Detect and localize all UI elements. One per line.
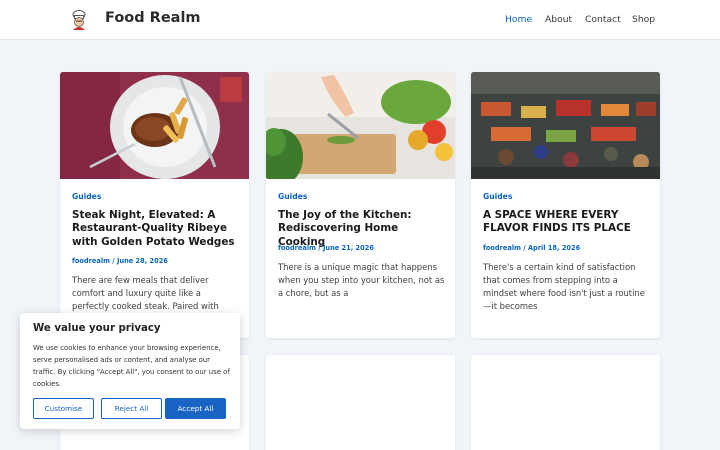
post-category[interactable]: Guides: [483, 192, 512, 201]
post-card[interactable]: Guides Steak Night, Elevated: A Restaura…: [60, 72, 249, 338]
accept-all-button[interactable]: Accept All: [165, 398, 226, 419]
post-card[interactable]: Guides The Joy of the Kitchen: Rediscove…: [266, 72, 455, 338]
site-title[interactable]: Food Realm: [105, 10, 201, 26]
cookie-consent-banner: We value your privacy We use cookies to …: [20, 313, 240, 429]
post-meta[interactable]: foodrealm / June 28, 2026: [72, 257, 168, 265]
post-thumbnail-kitchen[interactable]: [266, 72, 455, 179]
cookie-title: We value your privacy: [33, 323, 161, 334]
post-category[interactable]: Guides: [278, 192, 307, 201]
post-card[interactable]: Guides A SPACE WHERE EVERY FLAVOR FINDS …: [471, 72, 660, 338]
cookie-text: We use cookies to enhance your browsing …: [33, 344, 230, 388]
reject-all-button[interactable]: Reject All: [101, 398, 162, 419]
post-category[interactable]: Guides: [72, 192, 101, 201]
post-meta[interactable]: foodrealm / June 21, 2026: [278, 244, 374, 252]
post-thumbnail-market[interactable]: [471, 72, 660, 179]
post-excerpt: There is a unique magic that happens whe…: [278, 262, 445, 298]
nav-shop[interactable]: Shop: [632, 14, 655, 25]
nav-contact[interactable]: Contact: [585, 14, 621, 25]
post-excerpt: There's a certain kind of satisfaction t…: [483, 262, 645, 311]
post-meta[interactable]: foodrealm / April 18, 2026: [483, 244, 580, 252]
chef-logo-icon[interactable]: [68, 9, 90, 31]
post-thumbnail-steak[interactable]: [60, 72, 249, 179]
nav-about[interactable]: About: [545, 14, 572, 25]
post-title[interactable]: The Joy of the Kitchen: Rediscovering Ho…: [278, 209, 448, 249]
customise-button[interactable]: Customise: [33, 398, 94, 419]
post-card-placeholder[interactable]: [471, 355, 660, 450]
post-title[interactable]: Steak Night, Elevated: A Restaurant-Qual…: [72, 209, 242, 249]
nav-home[interactable]: Home: [505, 14, 532, 25]
post-title[interactable]: A SPACE WHERE EVERY FLAVOR FINDS ITS PLA…: [483, 209, 653, 236]
post-card-placeholder[interactable]: [266, 355, 455, 450]
site-header: Food Realm Home About Contact Shop: [0, 0, 720, 40]
